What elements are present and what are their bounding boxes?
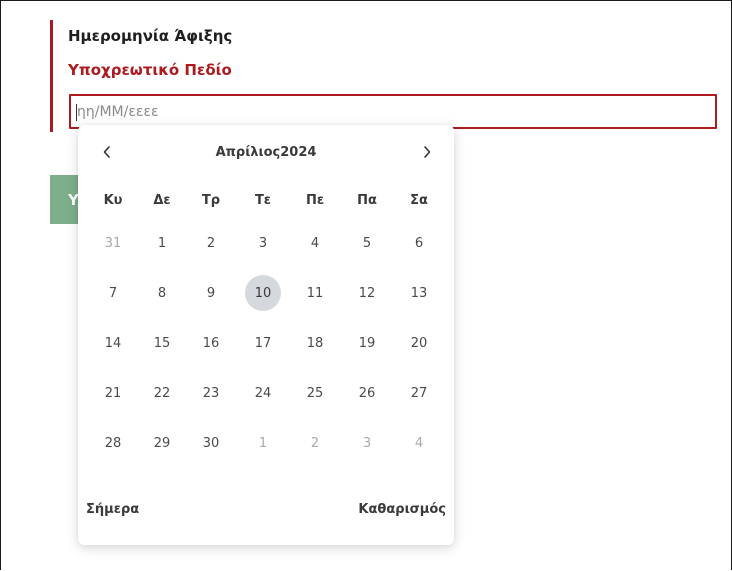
day-grid: 31 1 2 3 4 5 6 7 8 9 10 11 12 13 14 15 16 17 18 19 20 21 22 23 2… (88, 225, 448, 485)
day-cell[interactable]: 15 (144, 325, 180, 361)
day-cell[interactable]: 29 (144, 425, 180, 461)
day-cell[interactable]: 31 (95, 225, 131, 261)
day-cell[interactable]: 8 (144, 275, 180, 311)
day-cell[interactable]: 7 (95, 275, 131, 311)
month-year-title: Απρίλιος2024 (215, 145, 317, 160)
weekday-label: Κυ (103, 193, 123, 208)
day-cell[interactable]: 27 (401, 375, 437, 411)
weekday-header-row: Κυ Δε Τρ Τε Πε Πα Σα (88, 193, 448, 213)
day-cell[interactable]: 28 (95, 425, 131, 461)
text-caret (76, 104, 77, 121)
date-picker-popup: Απρίλιος2024 Κυ Δε Τρ Τε Πε Πα Σα 31 1 2 3 4… (78, 125, 454, 545)
day-cell[interactable]: 1 (144, 225, 180, 261)
day-cell[interactable]: 20 (401, 325, 437, 361)
day-cell-today[interactable]: 10 (245, 275, 281, 311)
day-cell[interactable]: 5 (349, 225, 385, 261)
day-cell[interactable]: 23 (193, 375, 229, 411)
arrival-date-label: Ημερομηνία Άφιξης (68, 27, 233, 45)
day-cell[interactable]: 4 (297, 225, 333, 261)
weekday-label: Τρ (201, 193, 221, 208)
day-cell[interactable]: 3 (349, 425, 385, 461)
day-cell[interactable]: 13 (401, 275, 437, 311)
day-cell[interactable]: 19 (349, 325, 385, 361)
day-cell[interactable]: 18 (297, 325, 333, 361)
today-button[interactable]: Σήμερα (86, 502, 139, 517)
weekday-label: Τε (254, 193, 272, 208)
clear-button[interactable]: Καθαρισμός (358, 502, 446, 517)
day-cell[interactable]: 6 (401, 225, 437, 261)
day-cell[interactable]: 16 (193, 325, 229, 361)
day-cell[interactable]: 3 (245, 225, 281, 261)
day-cell[interactable]: 30 (193, 425, 229, 461)
day-cell[interactable]: 9 (193, 275, 229, 311)
day-cell[interactable]: 22 (144, 375, 180, 411)
day-cell[interactable]: 11 (297, 275, 333, 311)
chevron-right-icon[interactable] (414, 139, 440, 165)
day-cell[interactable]: 24 (245, 375, 281, 411)
error-indicator-bar (50, 20, 53, 132)
required-field-error: Υποχρεωτικό Πεδίο (68, 61, 232, 79)
day-cell[interactable]: 4 (401, 425, 437, 461)
weekday-label: Πε (305, 193, 325, 208)
day-cell[interactable]: 21 (95, 375, 131, 411)
day-cell[interactable]: 14 (95, 325, 131, 361)
weekday-label: Σα (410, 193, 428, 208)
day-cell[interactable]: 1 (245, 425, 281, 461)
weekday-label: Πα (357, 193, 377, 208)
weekday-label: Δε (153, 193, 171, 208)
day-cell[interactable]: 25 (297, 375, 333, 411)
day-cell[interactable]: 26 (349, 375, 385, 411)
day-cell[interactable]: 2 (297, 425, 333, 461)
day-cell[interactable]: 12 (349, 275, 385, 311)
day-cell[interactable]: 2 (193, 225, 229, 261)
day-cell[interactable]: 17 (245, 325, 281, 361)
arrival-date-input[interactable] (69, 94, 717, 129)
